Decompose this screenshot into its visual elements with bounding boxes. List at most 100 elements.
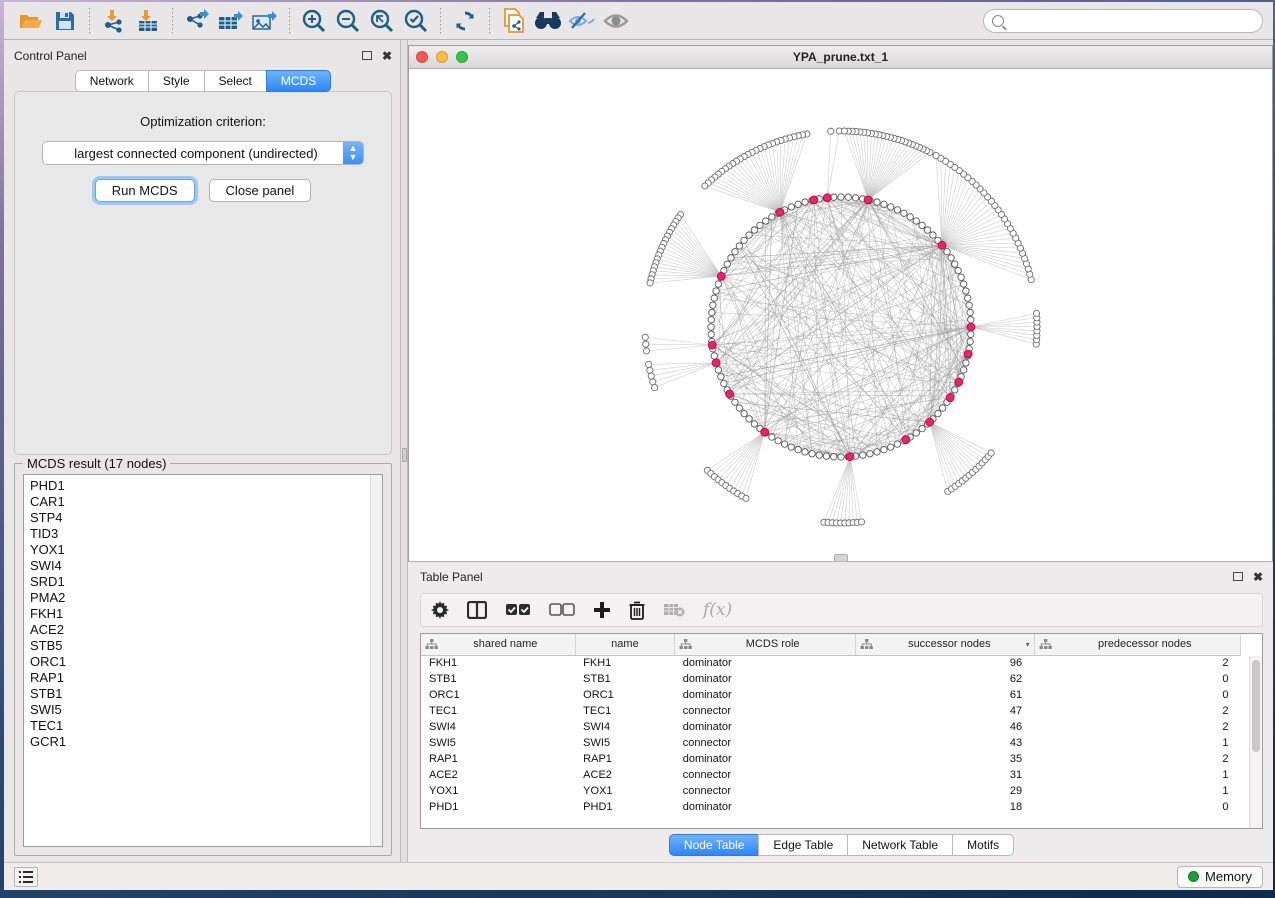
table-row[interactable]: STB1STB1dominator620	[421, 671, 1241, 687]
table-row[interactable]: ACE2ACE2connector311	[421, 767, 1241, 783]
hide-columns-icon[interactable]	[549, 603, 575, 617]
list-item[interactable]: CAR1	[30, 494, 382, 510]
split-columns-icon[interactable]	[467, 601, 487, 619]
tab-select[interactable]: Select	[204, 70, 266, 92]
table-row[interactable]: FKH1FKH1dominator962	[421, 655, 1241, 671]
tab-style[interactable]: Style	[148, 70, 204, 92]
mcds-result-list[interactable]: PHD1 CAR1 STP4 TID3 YOX1 SWI4 SRD1 PMA2 …	[23, 474, 383, 847]
list-item[interactable]: TEC1	[30, 718, 382, 734]
run-mcds-button[interactable]: Run MCDS	[95, 179, 195, 202]
list-item[interactable]: SWI5	[30, 702, 382, 718]
splitter-grip-icon	[402, 448, 407, 462]
refresh-icon[interactable]	[448, 6, 482, 36]
table-row[interactable]: SWI4SWI4dominator462	[421, 719, 1241, 735]
zoom-in-icon[interactable]	[297, 6, 331, 36]
node-table: shared name name MCDS role successor nod…	[421, 634, 1241, 815]
list-item[interactable]: SWI4	[30, 558, 382, 574]
table-row[interactable]: TEC1TEC1connector472	[421, 703, 1241, 719]
shared-column-icon	[1039, 639, 1052, 650]
mcds-result-title: MCDS result (17 nodes)	[23, 456, 170, 471]
list-item[interactable]: TID3	[30, 526, 382, 542]
tab-node-table[interactable]: Node Table	[669, 834, 759, 856]
table-row[interactable]: RAP1RAP1dominator352	[421, 751, 1241, 767]
table-scrollbar[interactable]	[1249, 656, 1262, 828]
tab-mcds[interactable]: MCDS	[266, 70, 331, 92]
criterion-dropdown[interactable]: largest connected component (undirected)…	[42, 141, 364, 165]
table-scrollbar-thumb[interactable]	[1252, 660, 1260, 752]
minimize-window-icon[interactable]	[436, 51, 448, 63]
vertical-splitter[interactable]	[400, 40, 408, 862]
list-item[interactable]: RAP1	[30, 670, 382, 686]
close-window-icon[interactable]	[416, 51, 428, 63]
list-item[interactable]: PHD1	[30, 478, 382, 494]
memory-button[interactable]: Memory	[1177, 866, 1263, 888]
import-table-icon[interactable]	[131, 6, 165, 36]
show-all-icon[interactable]	[599, 6, 633, 36]
export-table-icon[interactable]	[214, 6, 248, 36]
list-item[interactable]: PMA2	[30, 590, 382, 606]
list-item[interactable]: FKH1	[30, 606, 382, 622]
list-item[interactable]: STP4	[30, 510, 382, 526]
column-header-predecessor-nodes[interactable]: predecessor nodes	[1034, 634, 1240, 655]
right-column: YPA_prune.txt_1 Table Panel ✖	[408, 40, 1273, 862]
close-table-panel-button[interactable]: ✖	[1253, 571, 1263, 583]
table-tabs: Node Table Edge Table Network Table Moti…	[420, 832, 1263, 858]
list-item[interactable]: STB1	[30, 686, 382, 702]
show-columns-icon[interactable]	[505, 603, 531, 617]
hide-selected-icon[interactable]	[565, 6, 599, 36]
list-item[interactable]: GCR1	[30, 734, 382, 750]
tab-network-table[interactable]: Network Table	[847, 834, 952, 856]
list-item[interactable]: SRD1	[30, 574, 382, 590]
maximize-window-icon[interactable]	[456, 51, 468, 63]
toolbar-separator	[489, 8, 490, 34]
list-item[interactable]: ORC1	[30, 654, 382, 670]
zoom-fit-icon[interactable]	[365, 6, 399, 36]
table-row[interactable]: ORC1ORC1dominator610	[421, 687, 1241, 703]
column-header-shared-name[interactable]: shared name	[421, 634, 575, 655]
table-header-row: shared name name MCDS role successor nod…	[421, 634, 1241, 655]
delete-column-icon[interactable]	[629, 601, 645, 620]
toolbar-separator	[289, 8, 290, 34]
close-panel-button[interactable]: ✖	[382, 50, 392, 62]
export-image-icon[interactable]	[248, 6, 282, 36]
zoom-out-icon[interactable]	[331, 6, 365, 36]
open-folder-icon[interactable]	[14, 6, 48, 36]
list-item[interactable]: STB5	[30, 638, 382, 654]
save-icon[interactable]	[48, 6, 82, 36]
node-table-container: shared name name MCDS role successor nod…	[420, 633, 1263, 829]
gear-icon[interactable]	[431, 601, 449, 619]
shared-column-icon	[860, 639, 873, 650]
criterion-value: largest connected component (undirected)	[43, 146, 343, 161]
binoculars-icon[interactable]	[531, 6, 565, 36]
memory-label: Memory	[1205, 869, 1252, 884]
export-network-icon[interactable]	[180, 6, 214, 36]
add-column-icon[interactable]	[593, 601, 611, 619]
close-panel-button-mcds[interactable]: Close panel	[209, 179, 312, 202]
horizontal-splitter-grip[interactable]	[834, 554, 848, 561]
tab-motifs[interactable]: Motifs	[952, 834, 1014, 856]
copy-network-icon[interactable]	[497, 6, 531, 36]
toolbar-separator	[440, 8, 441, 34]
tab-edge-table[interactable]: Edge Table	[758, 834, 847, 856]
table-panel-titlebar: Table Panel ✖	[420, 565, 1263, 589]
column-header-successor-nodes[interactable]: successor nodes ▾	[856, 634, 1034, 655]
app-window: Control Panel ✖ Network Style Select MCD…	[4, 2, 1273, 890]
column-header-name[interactable]: name	[575, 634, 675, 655]
float-table-panel-button[interactable]	[1233, 571, 1243, 583]
float-icon	[1233, 572, 1243, 581]
network-canvas[interactable]	[409, 69, 1272, 561]
table-row[interactable]: PHD1PHD1dominator180	[421, 799, 1241, 815]
column-header-mcds-role[interactable]: MCDS role	[675, 634, 856, 655]
float-panel-button[interactable]	[362, 50, 372, 62]
search-input[interactable]	[1009, 14, 1254, 28]
table-row[interactable]: SWI5SWI5connector431	[421, 735, 1241, 751]
import-network-icon[interactable]	[97, 6, 131, 36]
task-history-icon[interactable]	[14, 867, 38, 887]
table-row[interactable]: YOX1YOX1connector291	[421, 783, 1241, 799]
sort-chevron-icon[interactable]: ▾	[1026, 640, 1030, 649]
result-list-scrollbar[interactable]	[370, 475, 382, 846]
tab-network[interactable]: Network	[75, 70, 148, 92]
list-item[interactable]: ACE2	[30, 622, 382, 638]
zoom-selected-icon[interactable]	[399, 6, 433, 36]
list-item[interactable]: YOX1	[30, 542, 382, 558]
